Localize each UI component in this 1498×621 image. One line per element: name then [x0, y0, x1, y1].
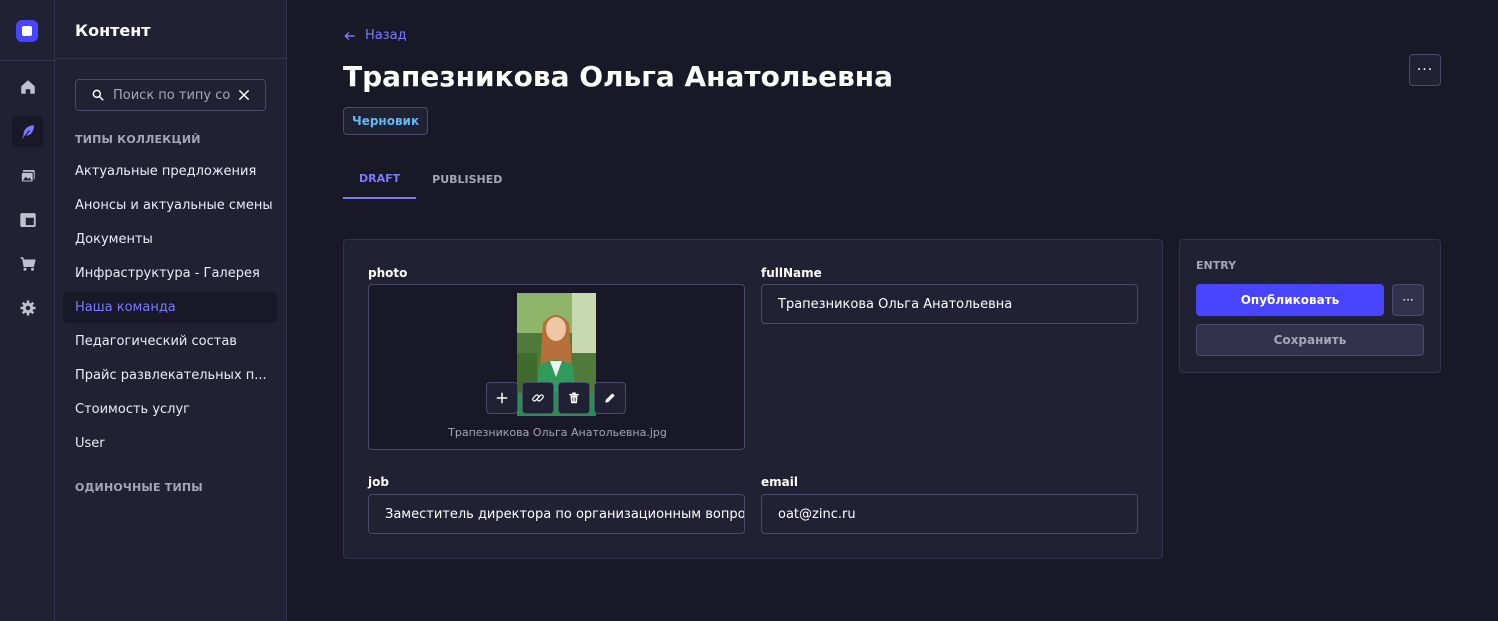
sidebar-item-service-costs[interactable]: Стоимость услуг: [63, 394, 277, 425]
copy-link-button[interactable]: [522, 382, 554, 414]
fullname-field-label: fullName: [761, 266, 822, 280]
subnav-title: Контент: [75, 21, 151, 40]
add-photo-button[interactable]: [486, 382, 518, 414]
entry-label: ENTRY: [1196, 259, 1237, 272]
single-types-label: ОДИНОЧНЫЕ ТИПЫ: [75, 481, 203, 494]
content-subnav: Контент ТИПЫ КОЛЛЕКЦИЙ Актуальные предло…: [55, 0, 287, 621]
subnav-divider: [55, 58, 286, 59]
search-box[interactable]: [75, 79, 266, 111]
sidebar-item-teaching-staff[interactable]: Педагогический состав: [63, 326, 277, 357]
entry-panel: ENTRY Опубликовать ··· Сохранить: [1179, 239, 1441, 373]
status-badge: Черновик: [343, 107, 429, 135]
content-manager-nav-button[interactable]: [12, 116, 43, 147]
collection-types-label: ТИПЫ КОЛЛЕКЦИЙ: [75, 133, 201, 146]
entry-more-button[interactable]: ···: [1392, 284, 1424, 316]
main-nav-rail: [0, 0, 55, 621]
app-logo[interactable]: [16, 20, 38, 42]
more-actions-button[interactable]: ···: [1409, 54, 1441, 86]
settings-nav-button[interactable]: [12, 292, 43, 323]
arrow-left-icon: [344, 31, 355, 40]
sidebar-item-our-team[interactable]: Наша команда: [63, 292, 277, 323]
plus-icon: [496, 392, 508, 404]
pencil-icon: [605, 393, 615, 403]
photo-media-field[interactable]: Трапезникова Ольга Анатольевна.jpg: [368, 284, 745, 450]
feather-icon: [21, 124, 34, 139]
back-link-label: Назад: [365, 28, 407, 43]
email-field-label: email: [761, 475, 798, 489]
layout-icon: [19, 212, 36, 227]
edit-form-card: photo Трапезникова Ольга Анатольевна.jpg…: [343, 239, 1163, 559]
search-icon: [92, 89, 104, 101]
save-button[interactable]: Сохранить: [1196, 324, 1424, 356]
publish-button[interactable]: Опубликовать: [1196, 284, 1384, 316]
home-nav-button[interactable]: [12, 71, 43, 102]
close-icon[interactable]: [237, 88, 251, 102]
version-tabs: DRAFT PUBLISHED: [343, 160, 518, 199]
edit-photo-button[interactable]: [594, 382, 626, 414]
search-input[interactable]: [113, 87, 231, 103]
sidebar-item-infrastructure-gallery[interactable]: Инфраструктура - Галерея: [63, 258, 277, 289]
sidebar-item-entertainment-prices[interactable]: Прайс развлекательных п...: [63, 360, 277, 391]
sidebar-item-current-offers[interactable]: Актуальные предложения: [63, 156, 277, 187]
back-link[interactable]: Назад: [343, 28, 407, 43]
gear-icon: [20, 300, 35, 315]
sidebar-item-documents[interactable]: Документы: [63, 224, 277, 255]
sidebar-item-announcements[interactable]: Анонсы и актуальные смены: [63, 190, 277, 221]
tab-draft[interactable]: DRAFT: [343, 160, 417, 199]
content-type-builder-nav-button[interactable]: [12, 204, 43, 235]
marketplace-nav-button[interactable]: [12, 248, 43, 279]
sidebar-item-user[interactable]: User: [63, 428, 277, 459]
page-title: Трапезникова Ольга Анатольевна: [343, 60, 894, 93]
job-input[interactable]: Заместитель директора по организационным…: [368, 494, 745, 534]
photo-actions: [486, 382, 626, 414]
photo-filename: Трапезникова Ольга Анатольевна.jpg: [448, 426, 667, 439]
link-icon: [532, 394, 544, 402]
trash-icon: [569, 392, 579, 404]
rail-divider: [0, 60, 55, 61]
photo-field-label: photo: [368, 266, 408, 280]
tab-published[interactable]: PUBLISHED: [416, 160, 518, 199]
home-icon: [20, 79, 35, 94]
delete-photo-button[interactable]: [558, 382, 590, 414]
job-field-label: job: [368, 475, 389, 489]
fullname-input[interactable]: Трапезникова Ольга Анатольевна: [761, 284, 1138, 324]
media-library-nav-button[interactable]: [12, 160, 43, 191]
media-library-icon: [20, 169, 35, 183]
cart-icon: [20, 256, 36, 271]
email-input[interactable]: oat@zinc.ru: [761, 494, 1138, 534]
